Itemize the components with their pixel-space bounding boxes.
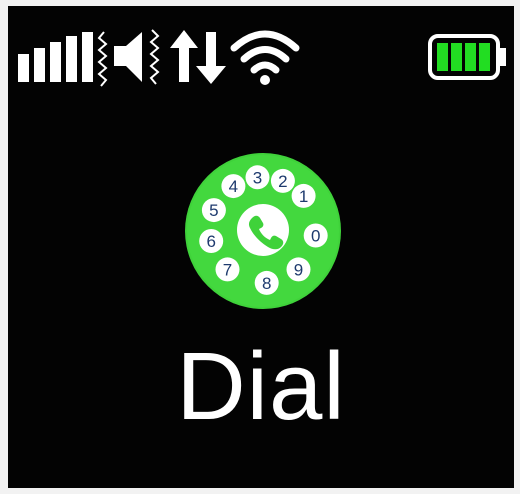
dial-digit-label: 5 <box>209 201 218 220</box>
dial-digit-label: 2 <box>278 172 287 191</box>
dial-digit-label: 3 <box>253 168 262 187</box>
dial-digit-label: 4 <box>229 177 238 196</box>
rotary-dial-icon: 12345 67 8 90 <box>185 153 341 309</box>
dial-digit-label: 6 <box>206 232 215 251</box>
wifi-icon <box>230 26 300 88</box>
device-bezel: 12345 67 8 90 Dial <box>0 0 520 494</box>
phone-screen: 12345 67 8 90 Dial <box>8 6 514 488</box>
data-transfer-icon <box>168 26 228 88</box>
dial-digit-label: 0 <box>311 227 320 246</box>
dial-digit-label: 8 <box>262 274 271 293</box>
app-title: Dial <box>176 333 346 440</box>
dial-digit-label: 7 <box>223 260 232 279</box>
vibrate-icon <box>96 26 168 88</box>
dial-digit-label: 1 <box>299 187 308 206</box>
status-bar <box>8 6 514 88</box>
signal-strength-icon <box>16 32 94 84</box>
battery-icon <box>428 34 508 82</box>
dial-digit-label: 9 <box>294 260 303 279</box>
dial-app-icon[interactable]: 12345 67 8 90 <box>184 152 342 310</box>
